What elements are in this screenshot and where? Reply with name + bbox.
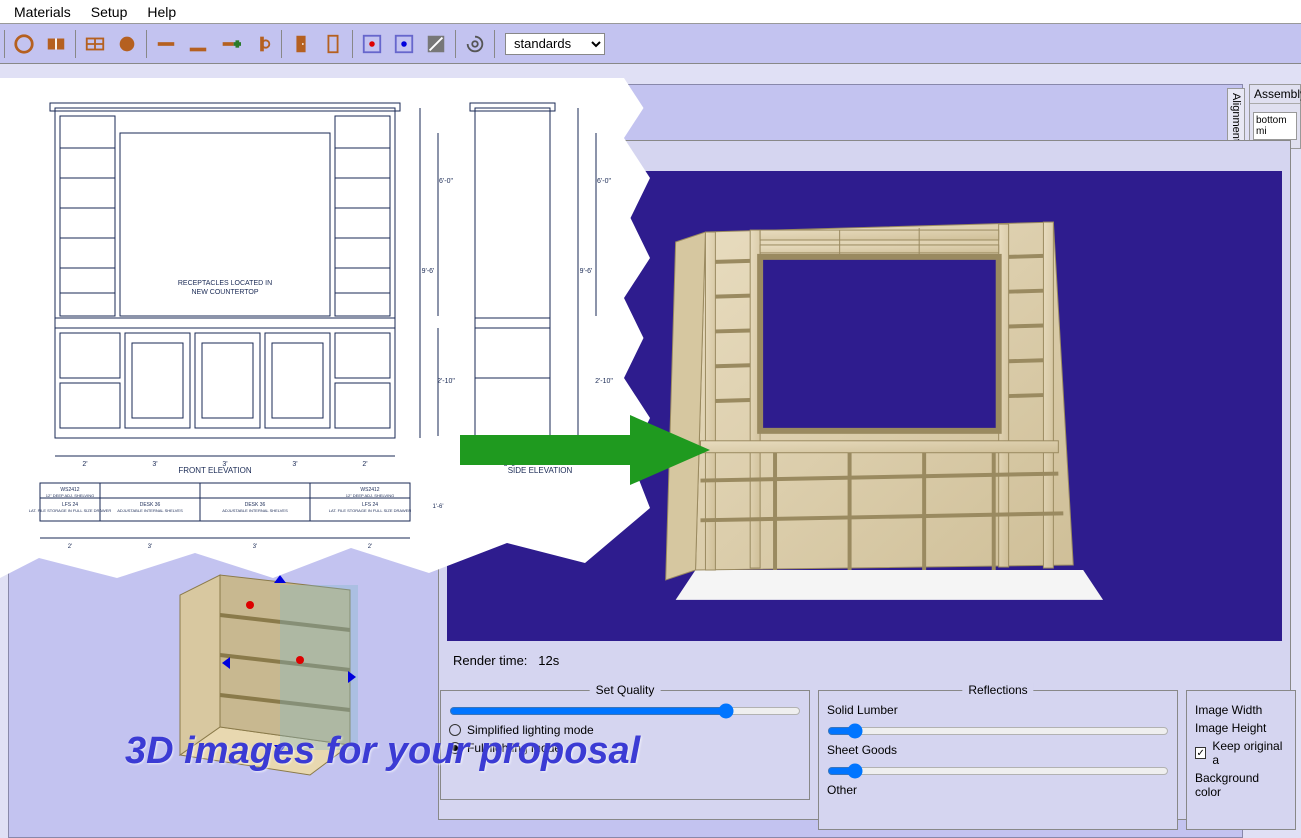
group-reflections: Reflections Solid Lumber Sheet Goods Oth…: [818, 690, 1178, 830]
tool-split-icon[interactable]: [41, 29, 71, 59]
tool-node1-icon[interactable]: [357, 29, 387, 59]
render-time-value: 12s: [538, 653, 559, 668]
svg-text:RECEPTACLES LOCATED IN: RECEPTACLES LOCATED IN: [178, 280, 272, 287]
arrow-icon: [460, 415, 710, 485]
separator: [146, 30, 147, 58]
toolbar: standards: [0, 24, 1301, 64]
svg-text:2'-10": 2'-10": [595, 378, 613, 385]
svg-text:3': 3': [253, 544, 257, 550]
menu-bar: Materials Setup Help: [0, 0, 1301, 24]
refl-solid-label: Solid Lumber: [827, 703, 898, 717]
refl-legend: Reflections: [962, 683, 1033, 697]
refl-sheet-label: Sheet Goods: [827, 743, 897, 757]
svg-text:2': 2': [362, 461, 367, 468]
svg-text:ADJUSTABLE INTERNAL SHELVES: ADJUSTABLE INTERNAL SHELVES: [117, 508, 183, 513]
svg-text:1'-6': 1'-6': [433, 504, 444, 510]
svg-text:NEW COUNTERTOP: NEW COUNTERTOP: [191, 289, 258, 296]
bg-color-label: Background color: [1195, 771, 1287, 799]
refl-sheet-slider[interactable]: [827, 763, 1169, 779]
menu-setup[interactable]: Setup: [81, 2, 138, 22]
blueprint-svg: RECEPTACLES LOCATED IN NEW COUNTERTOP FR…: [0, 78, 650, 578]
separator: [281, 30, 282, 58]
group-image: Image Width Image Height ✓ Keep original …: [1186, 690, 1296, 830]
svg-text:2': 2': [68, 544, 72, 550]
tool-downbar-icon[interactable]: [183, 29, 213, 59]
svg-text:12" DEEP ADJ. SHELVING: 12" DEEP ADJ. SHELVING: [46, 493, 94, 498]
render-time-label: Render time:: [453, 653, 527, 668]
svg-text:6'-0": 6'-0": [597, 178, 611, 185]
separator: [455, 30, 456, 58]
image-height-label: Image Height: [1195, 721, 1266, 735]
render-time: Render time: 12s: [453, 653, 559, 668]
image-width-label: Image Width: [1195, 703, 1262, 717]
svg-text:3': 3': [222, 461, 227, 468]
svg-text:FRONT ELEVATION: FRONT ELEVATION: [178, 466, 252, 475]
quality-legend: Set Quality: [590, 683, 661, 697]
svg-text:LAT. FILE STORAGE IN FULL SIZE: LAT. FILE STORAGE IN FULL SIZE DRAWER: [329, 508, 412, 513]
quality-slider[interactable]: [449, 703, 801, 719]
assembly-option[interactable]: bottom mi: [1253, 112, 1297, 140]
svg-text:6'-0": 6'-0": [439, 178, 453, 185]
separator: [4, 30, 5, 58]
tool-node2-icon[interactable]: [389, 29, 419, 59]
menu-materials[interactable]: Materials: [4, 2, 81, 22]
separator: [494, 30, 495, 58]
tool-grid-icon[interactable]: [80, 29, 110, 59]
standards-select[interactable]: standards: [505, 33, 605, 55]
svg-text:2'-10": 2'-10": [437, 378, 455, 385]
tool-handle-icon[interactable]: [247, 29, 277, 59]
svg-text:3': 3': [148, 544, 152, 550]
tool-diag-icon[interactable]: [421, 29, 451, 59]
svg-text:LAT. FILE STORAGE IN FULL SIZE: LAT. FILE STORAGE IN FULL SIZE DRAWER: [29, 508, 112, 513]
svg-text:9'-6': 9'-6': [580, 268, 593, 275]
svg-text:2': 2': [82, 461, 87, 468]
tool-door2-icon[interactable]: [318, 29, 348, 59]
refl-other-label: Other: [827, 783, 857, 797]
headline-text: 3D images for your proposal: [125, 730, 640, 773]
svg-text:ADJUSTABLE INTERNAL SHELVES: ADJUSTABLE INTERNAL SHELVES: [222, 508, 288, 513]
tool-swirl-icon[interactable]: [460, 29, 490, 59]
keep-aspect-checkbox[interactable]: ✓: [1195, 747, 1206, 759]
blueprint-overlay: RECEPTACLES LOCATED IN NEW COUNTERTOP FR…: [0, 78, 650, 578]
keep-aspect-label: Keep original a: [1212, 739, 1287, 767]
separator: [75, 30, 76, 58]
tool-door-icon[interactable]: [286, 29, 316, 59]
tool-circle2-icon[interactable]: [112, 29, 142, 59]
separator: [352, 30, 353, 58]
svg-text:2': 2': [368, 544, 372, 550]
svg-text:3': 3': [292, 461, 297, 468]
tool-bar-icon[interactable]: [151, 29, 181, 59]
menu-help[interactable]: Help: [137, 2, 186, 22]
svg-text:3': 3': [152, 461, 157, 468]
svg-text:9'-6': 9'-6': [422, 268, 435, 275]
tool-plus-icon[interactable]: [215, 29, 245, 59]
assembly-header: Assembly: [1250, 85, 1300, 104]
refl-solid-slider[interactable]: [827, 723, 1169, 739]
tool-circle-icon[interactable]: [9, 29, 39, 59]
svg-text:12" DEEP ADJ. SHELVING: 12" DEEP ADJ. SHELVING: [346, 493, 394, 498]
